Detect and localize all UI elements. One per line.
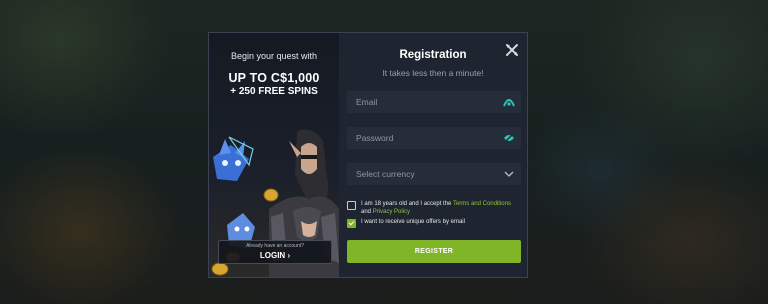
close-icon[interactable] [505, 43, 519, 57]
offers-checkbox[interactable] [347, 219, 356, 228]
chevron-right-icon: › [287, 251, 291, 260]
terms-row: I am 18 years old and I accept the Terms… [347, 200, 527, 216]
login-hint: Already have an account? [246, 243, 304, 249]
password-placeholder: Password [356, 133, 394, 143]
offers-row: I want to receive unique offers by email [347, 218, 527, 228]
terms-link[interactable]: Terms and Conditions [453, 201, 511, 207]
terms-checkbox[interactable] [347, 201, 356, 210]
terms-and: and [361, 209, 372, 215]
chevron-down-icon [504, 171, 514, 177]
email-field[interactable]: Email [347, 91, 521, 113]
cat-creature-illustration [213, 136, 254, 181]
form-subtitle: It takes less then a minute! [382, 68, 484, 78]
registration-form: Registration It takes less then a minute… [339, 33, 527, 277]
register-button[interactable]: REGISTER [347, 240, 521, 263]
login-label: LOGIN [259, 251, 286, 260]
registration-modal: Begin your quest with UP TO C$1,000 + 25… [208, 32, 528, 278]
login-button[interactable]: LOGIN › [219, 250, 331, 261]
password-field[interactable]: Password [347, 127, 521, 149]
email-placeholder: Email [356, 97, 378, 107]
email-icon [503, 99, 515, 107]
offers-label: I want to receive unique offers by email [361, 219, 465, 225]
promo-intro: Begin your quest with [230, 51, 318, 61]
terms-text: I am 18 years old and I accept the Terms… [361, 200, 511, 216]
promo-panel: Begin your quest with UP TO C$1,000 + 25… [209, 33, 339, 277]
promo-bonus: UP TO C$1,000 [228, 71, 320, 85]
form-title: Registration [399, 49, 467, 61]
password-icon [504, 134, 514, 142]
privacy-link[interactable]: Privacy Policy [373, 209, 410, 215]
currency-select[interactable]: Select currency [347, 163, 521, 185]
currency-placeholder: Select currency [356, 169, 415, 179]
promo-free-spins: + 250 FREE SPINS [230, 86, 318, 97]
login-card: Already have an account? LOGIN › [218, 240, 332, 264]
terms-prefix: I am 18 years old and I accept the [361, 201, 452, 207]
